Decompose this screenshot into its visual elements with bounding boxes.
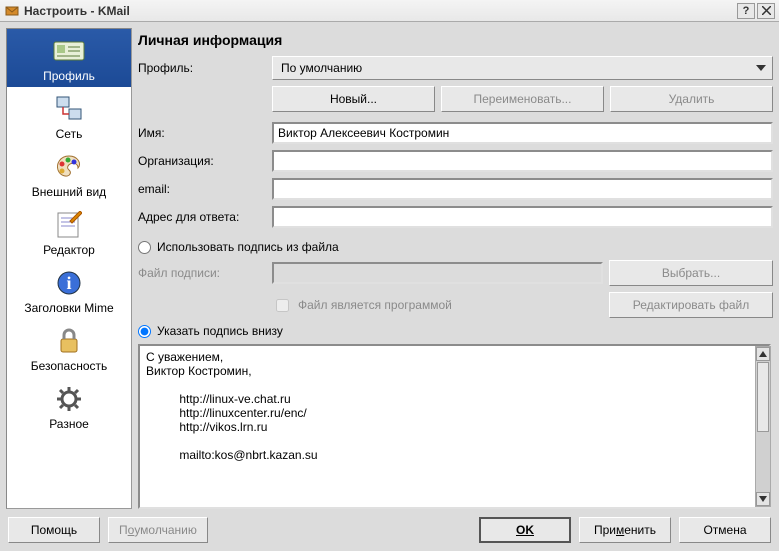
form-area: Профиль: По умолчанию Новый... Переимено… [136,56,773,509]
sidebar-item-mime-headers[interactable]: i Заголовки Mime [7,261,131,319]
gear-icon [9,383,129,415]
palette-icon [9,151,129,183]
signature-inline-radio[interactable] [138,325,151,338]
sidebar-item-security[interactable]: Безопасность [7,319,131,377]
apply-button[interactable]: Применить [579,517,671,543]
dialog-footer: Помощь По умолчанию OK Применить Отмена [0,509,779,551]
sidebar-item-network[interactable]: Сеть [7,87,131,145]
email-input[interactable] [272,178,773,200]
sidebar-item-label: Внешний вид [9,185,129,199]
signature-file-radio-row[interactable]: Использовать подпись из файла [138,240,773,254]
help-titlebar-button[interactable]: ? [737,3,755,19]
scroll-up-button[interactable] [756,347,770,361]
scroll-thumb[interactable] [757,362,769,432]
edit-signature-file-button[interactable]: Редактировать файл [609,292,773,318]
sidebar-item-label: Разное [9,417,129,431]
close-titlebar-button[interactable] [757,3,775,19]
defaults-button[interactable]: По умолчанию [108,517,208,543]
name-row: Имя: [136,122,773,144]
sidebar-item-label: Безопасность [9,359,129,373]
scrollbar-vertical[interactable] [755,346,771,507]
ok-button[interactable]: OK [479,517,571,543]
sidebar-item-label: Редактор [9,243,129,257]
rename-profile-button[interactable]: Переименовать... [441,86,604,112]
email-row: email: [136,178,773,200]
file-is-program-label: Файл является программой [298,298,452,312]
sidebar: Профиль Сеть Внешний вид Редактор i Заго… [6,28,132,509]
name-input[interactable] [272,122,773,144]
help-button[interactable]: Помощь [8,517,100,543]
sidebar-item-profile[interactable]: Профиль [7,29,131,87]
file-is-program-checkbox [276,299,289,312]
profile-label: Профиль: [136,61,266,75]
sidebar-item-label: Сеть [9,127,129,141]
settings-panel: Личная информация Профиль: По умолчанию … [136,28,773,509]
signature-textarea-wrap: С уважением, Виктор Костромин, http://li… [136,344,773,509]
org-input[interactable] [272,150,773,172]
app-icon [4,3,20,19]
lock-icon [9,325,129,357]
signature-inline-radio-label: Указать подпись внизу [157,324,283,338]
email-label: email: [136,182,266,196]
new-profile-button[interactable]: Новый... [272,86,435,112]
profile-row: Профиль: По умолчанию [136,56,773,80]
chevron-down-icon [756,65,766,71]
sidebar-item-editor[interactable]: Редактор [7,203,131,261]
name-label: Имя: [136,126,266,140]
signature-file-input [272,262,603,284]
profile-buttons: Новый... Переименовать... Удалить [272,86,773,112]
replyto-label: Адрес для ответа: [136,210,266,224]
program-and-edit-row: Файл является программой Редактировать ф… [136,292,773,318]
signature-file-radio[interactable] [138,241,151,254]
replyto-input[interactable] [272,206,773,228]
signature-file-label: Файл подписи: [136,266,266,280]
svg-text:i: i [66,273,71,293]
info-icon: i [9,267,129,299]
replyto-row: Адрес для ответа: [136,206,773,228]
window-title: Настроить - KMail [24,4,735,18]
sidebar-item-appearance[interactable]: Внешний вид [7,145,131,203]
signature-inline-radio-row[interactable]: Указать подпись внизу [138,324,773,338]
titlebar: Настроить - KMail ? [0,0,779,22]
content-area: Профиль Сеть Внешний вид Редактор i Заго… [0,22,779,509]
editor-icon [9,209,129,241]
scroll-down-button[interactable] [756,492,770,506]
signature-file-radio-label: Использовать подпись из файла [157,240,339,254]
signature-file-row: Файл подписи: Выбрать... [136,260,773,286]
sidebar-item-misc[interactable]: Разное [7,377,131,435]
sidebar-item-label: Профиль [9,69,129,83]
network-icon [9,93,129,125]
profile-combo[interactable]: По умолчанию [272,56,773,80]
cancel-button[interactable]: Отмена [679,517,771,543]
profile-combo-value: По умолчанию [281,61,362,75]
org-label: Организация: [136,154,266,168]
org-row: Организация: [136,150,773,172]
file-is-program-row: Файл является программой [272,296,609,315]
panel-title: Личная информация [136,28,773,56]
sidebar-item-label: Заголовки Mime [9,301,129,315]
browse-signature-button[interactable]: Выбрать... [609,260,773,286]
delete-profile-button[interactable]: Удалить [610,86,773,112]
signature-textarea[interactable]: С уважением, Виктор Костромин, http://li… [138,344,771,509]
identity-card-icon [9,35,129,67]
